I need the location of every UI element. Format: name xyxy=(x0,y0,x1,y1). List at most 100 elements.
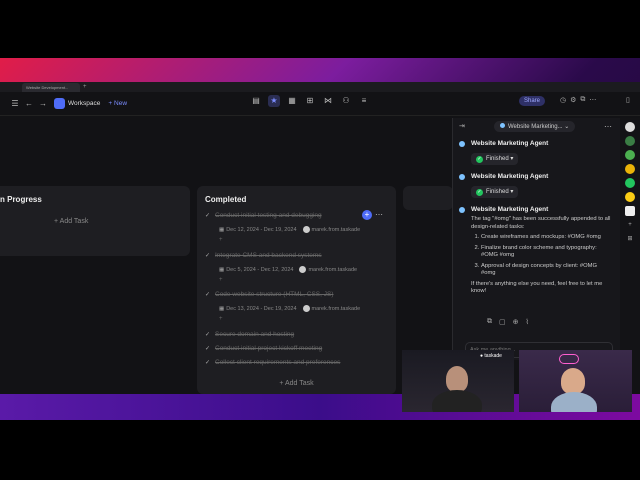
checkbox-icon[interactable]: ✓ xyxy=(205,212,211,219)
history-icon[interactable]: ◷ xyxy=(560,96,566,104)
checkbox-icon[interactable]: ✓ xyxy=(205,252,211,259)
more-icon[interactable]: ⋯ xyxy=(375,210,383,219)
panel-icon[interactable]: ▯ xyxy=(626,96,630,104)
table-icon[interactable]: ⊞ xyxy=(304,95,316,107)
task-label: Code website structure (HTML, CSS, JS) xyxy=(215,291,334,298)
tab-bar: Website Development... + xyxy=(0,82,640,92)
list-item: Approval of design concepts by client: #… xyxy=(481,263,611,278)
new-tab-button[interactable]: + xyxy=(83,83,87,92)
add-task-button[interactable]: + Add Task xyxy=(54,218,88,225)
chevron-down-icon: ⌄ xyxy=(564,124,570,130)
message-author: Website Marketing Agent xyxy=(471,140,549,147)
more-icon[interactable]: ⋯ xyxy=(589,96,596,104)
task-label: Integrate CMS and backend systems xyxy=(215,252,322,259)
forward-icon[interactable]: → xyxy=(36,99,50,108)
app-icon[interactable] xyxy=(625,122,635,132)
list-icon[interactable]: ≡ xyxy=(358,95,370,107)
graph-icon[interactable]: ⋈ xyxy=(322,95,334,107)
task-item[interactable]: ✓ Code website structure (HTML, CSS, JS) xyxy=(205,291,333,298)
copy-icon[interactable]: ⧉ xyxy=(487,318,492,326)
task-label: Collect client requirements and preferen… xyxy=(215,359,341,366)
person-image xyxy=(551,392,597,412)
agent-avatar xyxy=(459,174,465,180)
task-item[interactable]: ✓ Secure domain and hosting xyxy=(205,331,294,338)
document-icon[interactable]: ▤ xyxy=(250,95,262,107)
new-button[interactable]: + New xyxy=(108,100,127,107)
checkbox-icon[interactable]: ✓ xyxy=(205,331,211,338)
copy-icon[interactable]: ⧉ xyxy=(580,96,585,104)
check-icon: ✓ xyxy=(476,189,483,196)
agent-message: Website Marketing Agent The tag "#omg" h… xyxy=(459,206,611,296)
webcam-right xyxy=(519,350,632,412)
star-icon[interactable] xyxy=(625,192,635,202)
agent-avatar xyxy=(459,141,465,147)
agent-panel: ⇥ Website Marketing... ⌄ ⋯ Website Marke… xyxy=(452,118,620,360)
agent-selector[interactable]: Website Marketing... ⌄ xyxy=(494,121,576,132)
view-switcher: ▤ ★ ▦ ⊞ ⋈ ⚇ ≡ xyxy=(250,95,370,107)
sidebar-toggle-icon[interactable]: ☰ xyxy=(8,99,22,108)
status-badge[interactable]: ✓ Finished ▾ xyxy=(471,153,519,165)
agent-message: Website Marketing Agent ✓ Finished ▾ xyxy=(459,140,611,165)
column-completed: Completed ✓ Conduct initial testing and d… xyxy=(197,186,396,394)
add-task-button[interactable]: + Add Task xyxy=(197,380,396,387)
webcam-left: ● taskade xyxy=(402,350,514,412)
add-subtask-icon[interactable]: + xyxy=(219,316,223,322)
task-item[interactable]: ✓ Integrate CMS and backend systems xyxy=(205,252,322,259)
more-icon[interactable]: ⋯ xyxy=(604,122,612,131)
column-next xyxy=(403,186,453,210)
back-icon[interactable]: ← xyxy=(22,99,36,108)
app-icon[interactable] xyxy=(625,150,635,160)
add-subtask-icon[interactable]: + xyxy=(362,210,372,220)
person-image xyxy=(432,390,482,412)
app-icon[interactable] xyxy=(625,178,635,188)
calendar-icon: ▦ xyxy=(219,226,225,233)
task-label: Secure domain and hosting xyxy=(215,331,295,338)
message-intro: The tag "#omg" has been successfully app… xyxy=(471,216,611,230)
org-chart-icon[interactable]: ⚇ xyxy=(340,95,352,107)
checkbox-icon[interactable]: ✓ xyxy=(205,291,211,298)
message-author: Website Marketing Agent xyxy=(471,173,549,180)
add-icon[interactable]: ⊕ xyxy=(513,318,519,326)
app-icon[interactable] xyxy=(625,136,635,146)
add-subtask-icon[interactable]: + xyxy=(219,277,223,283)
calendar-icon[interactable]: ▦ xyxy=(286,95,298,107)
check-icon: ✓ xyxy=(476,156,483,163)
app-icon[interactable] xyxy=(625,164,635,174)
list-item: Create wireframes and mockups: #OMG #omg xyxy=(481,234,611,242)
toolbar-right-icons: ◷ ⚙ ⧉ ⋯ xyxy=(560,96,596,104)
column-title: Completed xyxy=(205,195,247,204)
add-subtask-icon[interactable]: + xyxy=(219,237,223,243)
attach-icon[interactable]: ⌇ xyxy=(526,318,529,326)
settings-icon[interactable]: ⚙ xyxy=(570,96,576,104)
task-item[interactable]: ✓ Collect client requirements and prefere… xyxy=(205,359,340,366)
column-title: n Progress xyxy=(0,195,42,204)
task-meta: ▦ Dec 5, 2024 - Dec 12, 2024 marek.from.ta… xyxy=(219,266,358,273)
comment-icon[interactable]: ▢ xyxy=(499,318,506,326)
workspace-avatar xyxy=(54,98,65,109)
avatar xyxy=(302,226,310,233)
browser-tab[interactable]: Website Development... xyxy=(22,83,80,92)
add-icon[interactable]: + xyxy=(625,220,635,230)
calendar-icon: ▦ xyxy=(219,266,225,273)
status-badge[interactable]: ✓ Finished ▾ xyxy=(471,186,519,198)
caret-down-icon: ▾ xyxy=(510,189,514,195)
collapse-panel-icon[interactable]: ⇥ xyxy=(459,122,465,130)
workspace-name[interactable]: Workspace xyxy=(68,100,100,107)
task-item[interactable]: ✓ Conduct initial project kickoff meeting xyxy=(205,345,322,352)
webcam-label: ● taskade xyxy=(480,353,502,359)
star-icon[interactable]: ★ xyxy=(268,95,280,107)
checkbox-icon[interactable]: ✓ xyxy=(205,345,211,352)
task-label: Conduct initial project kickoff meeting xyxy=(215,345,323,352)
agent-message: Website Marketing Agent ✓ Finished ▾ xyxy=(459,173,611,198)
app-toolbar: ☰ ← → Workspace + New ▤ ★ ▦ ⊞ ⋈ ⚇ ≡ Shar… xyxy=(0,92,640,116)
message-author: Website Marketing Agent xyxy=(471,206,549,213)
task-meta: ▦ Dec 12, 2024 - Dec 19, 2024 marek.from.t… xyxy=(219,226,361,233)
person-image xyxy=(446,366,468,392)
document-icon[interactable] xyxy=(625,206,635,216)
task-item[interactable]: ✓ Conduct initial testing and debugging xyxy=(205,212,322,219)
grid-icon[interactable]: ⊞ xyxy=(625,234,635,244)
checkbox-icon[interactable]: ✓ xyxy=(205,359,211,366)
column-in-progress: n Progress + Add Task xyxy=(0,186,190,256)
share-button[interactable]: Share xyxy=(519,96,546,106)
task-meta: ▦ Dec 13, 2024 - Dec 19, 2024 marek.from.t… xyxy=(219,305,361,312)
